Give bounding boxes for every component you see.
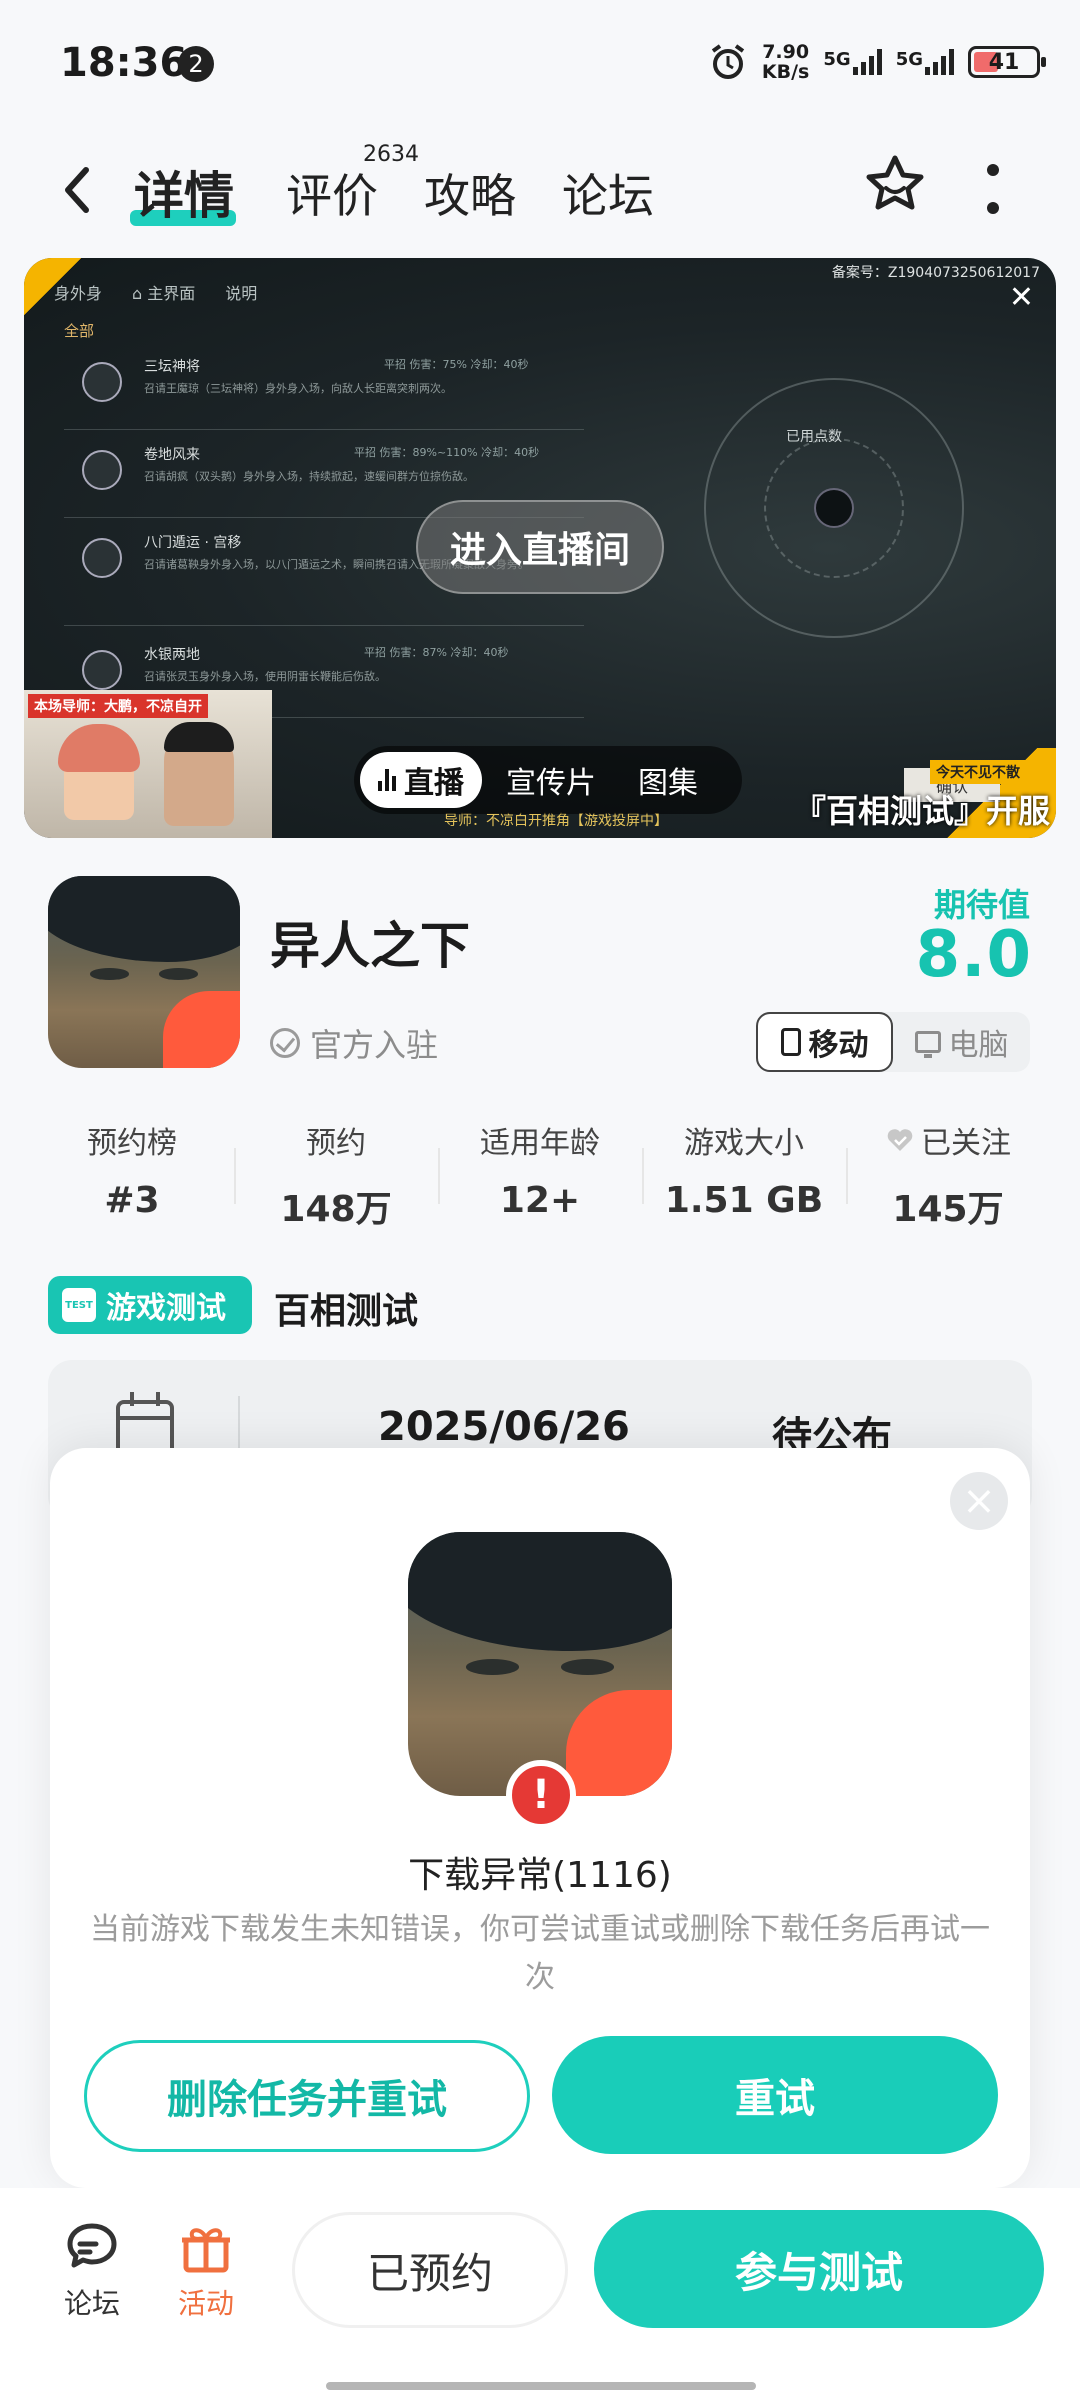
retry-button[interactable]: 重试	[552, 2036, 998, 2154]
join-test-button[interactable]: 参与测试	[594, 2210, 1044, 2328]
stat-size: 游戏大小 1.51 GB	[642, 1118, 846, 1228]
streamer-avatar	[164, 722, 234, 826]
used-points-label: 已用点数	[786, 429, 842, 445]
tab-reviews[interactable]: 评价	[286, 160, 378, 226]
home-icon: ⌂ 主界面	[132, 284, 196, 303]
media-player[interactable]: 备案号：Z1904073250612017 ✕ 身外身 ⌂ 主界面 说明 全部 …	[24, 258, 1056, 838]
signal-bars-icon	[852, 49, 882, 75]
network-speed: 7.90 KB/s	[761, 41, 810, 83]
streamer-preview: 本场导师：大鹏，不凉自开	[24, 690, 272, 838]
platform-pc[interactable]: 电脑	[893, 1012, 1030, 1072]
tab-details[interactable]: 详情	[134, 156, 234, 228]
phone-icon	[780, 1028, 801, 1056]
forum-nav[interactable]: 论坛	[56, 2218, 128, 2322]
skill-row: 三坛神将 平招 伤害：75% 冷却：40秒 召请王魔琼（三坛神将）身外身入场，向…	[64, 350, 584, 430]
home-indicator[interactable]	[326, 2382, 756, 2390]
close-dialog-icon[interactable]: ×	[950, 1472, 1008, 1530]
stat-reservations: 预约 148万	[234, 1118, 438, 1230]
game-title: 异人之下	[270, 917, 470, 975]
status-bar: 18:36 2 7.90 KB/s 5G 5G 41	[0, 0, 1080, 130]
game-menu-bar: 身外身 ⌂ 主界面 说明	[54, 280, 257, 304]
expectation-score: 8.0	[915, 918, 1032, 992]
delete-and-retry-button[interactable]: 删除任务并重试	[84, 2040, 530, 2152]
battery-icon: 41	[968, 46, 1046, 78]
close-icon[interactable]: ✕	[1009, 280, 1034, 315]
game-filter-all: 全部	[64, 322, 95, 340]
skill-icon	[82, 650, 122, 690]
gift-icon	[182, 2228, 230, 2273]
game-test-tag: TEST 游戏测试	[48, 1276, 252, 1334]
platform-toggle: 移动 电脑	[756, 1012, 1030, 1072]
media-tabs: 直播 宣传片 图集	[354, 746, 742, 814]
stat-rank[interactable]: 预约榜 #3	[30, 1118, 234, 1228]
platform-mobile[interactable]: 移动	[756, 1012, 893, 1072]
official-badge: 官方入驻	[270, 1020, 438, 1066]
heart-icon	[887, 1129, 913, 1151]
verified-check-icon	[270, 1028, 300, 1058]
banner-title: 『百相测试』开服	[793, 792, 1050, 830]
test-date: 2025/06/26	[378, 1404, 630, 1450]
game-app-icon[interactable]	[48, 876, 240, 1068]
error-icon: !	[506, 1760, 576, 1830]
download-error-dialog: × ! 下载异常(1116) 当前游戏下载发生未知错误，你可尝试重试或删除下载任…	[50, 1448, 1030, 2188]
dialog-description: 当前游戏下载发生未知错误，你可尝试重试或删除下载任务后再试一次	[90, 1912, 990, 1995]
banner-subtitle: 今天不见不散	[930, 760, 1026, 784]
stats-row: 预约榜 #3 预约 148万 适用年龄 12+ 游戏大小 1.51 GB 已关注 145…	[30, 1118, 1050, 1230]
stat-age: 适用年龄 12+	[438, 1118, 642, 1228]
signal-1: 5G	[823, 49, 882, 75]
top-navigation: 详情 评价 2634 攻略 论坛	[0, 130, 1080, 250]
game-app-icon	[408, 1532, 672, 1796]
review-count: 2634	[363, 142, 419, 167]
test-name: 百相测试	[274, 1291, 419, 1332]
live-bars-icon	[378, 769, 396, 791]
activity-nav[interactable]: 活动	[170, 2218, 242, 2322]
clock: 18:36	[60, 40, 188, 86]
back-arrow-icon[interactable]	[58, 160, 98, 220]
chat-bubble-icon	[67, 2223, 117, 2268]
signal-2: 5G	[896, 49, 954, 75]
skill-wheel-core	[814, 488, 854, 528]
dialog-title: 下载异常(1116)	[408, 1855, 672, 1896]
signal-bars-icon	[925, 49, 954, 75]
stat-followers[interactable]: 已关注 145万	[846, 1118, 1050, 1230]
tab-promo-video[interactable]: 宣传片	[488, 752, 614, 808]
streamer-label: 本场导师：大鹏，不凉自开	[28, 694, 208, 718]
alarm-icon	[711, 44, 745, 79]
favorite-star-icon[interactable]	[862, 152, 928, 218]
enter-live-room-button[interactable]: 进入直播间	[416, 500, 664, 594]
skill-icon	[82, 362, 122, 402]
record-number: 备案号：Z1904073250612017	[831, 265, 1040, 281]
bottom-action-bar: 论坛 活动 已预约 参与测试	[0, 2188, 1080, 2400]
more-options-icon[interactable]	[986, 164, 1000, 214]
skill-icon	[82, 450, 122, 490]
tab-live[interactable]: 直播	[360, 752, 482, 808]
tab-forum[interactable]: 论坛	[562, 160, 654, 226]
monitor-icon	[914, 1031, 941, 1058]
tab-gallery[interactable]: 图集	[620, 752, 716, 808]
status-icons: 7.90 KB/s 5G 5G 41	[708, 41, 1046, 83]
tab-guides[interactable]: 攻略	[424, 160, 516, 226]
reserved-button[interactable]: 已预约	[292, 2212, 568, 2328]
notification-count-badge: 2	[178, 46, 214, 82]
test-icon: TEST	[62, 1288, 96, 1322]
streamer-avatar	[58, 724, 140, 820]
skill-icon	[82, 538, 122, 578]
